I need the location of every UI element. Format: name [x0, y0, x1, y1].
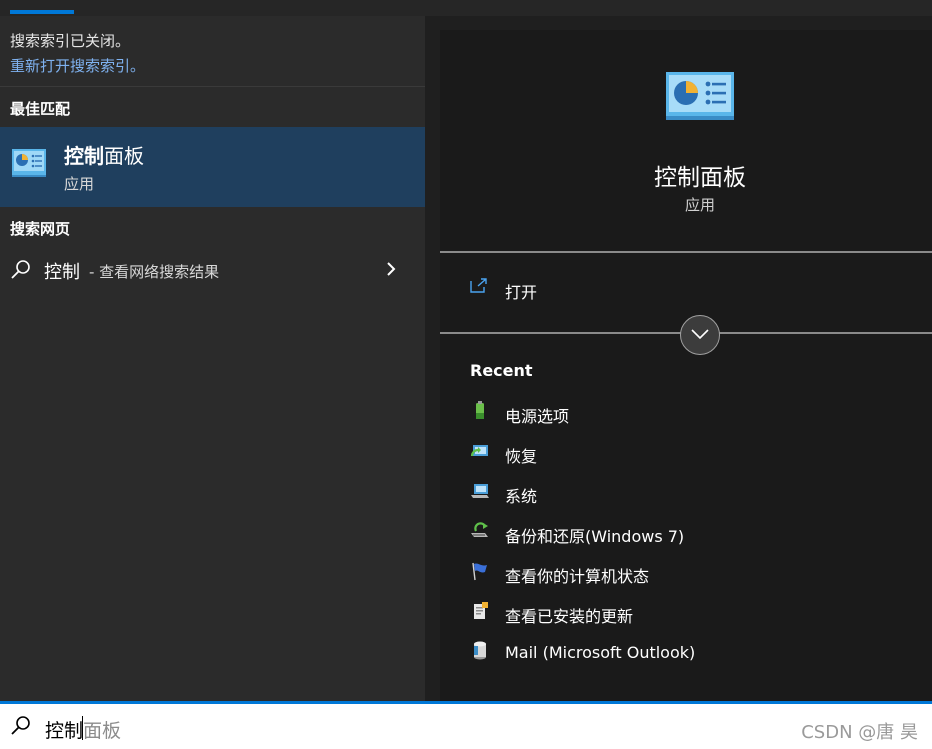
recent-item-label: 查看你的计算机状态: [505, 567, 650, 586]
search-autocomplete-hint: 面板: [83, 720, 122, 742]
divider: [440, 251, 932, 253]
installed-updates-icon: [474, 602, 488, 619]
chevron-right-icon[interactable]: [384, 260, 398, 278]
recent-item-label: 电源选项: [505, 407, 570, 426]
search-icon: [11, 716, 30, 735]
details-type: 应用: [684, 196, 715, 214]
open-icon: [470, 278, 487, 293]
system-icon: [471, 484, 489, 498]
title-matched-part: 控制: [64, 144, 104, 168]
open-label: 打开: [505, 283, 538, 302]
recent-item-mail[interactable]: Mail (Microsoft Outlook): [440, 634, 932, 670]
recovery-icon: [470, 445, 488, 457]
active-tab-indicator[interactable]: [10, 10, 74, 14]
expand-button[interactable]: [680, 315, 720, 355]
details-title: 控制面板: [654, 165, 746, 191]
recent-item-power-options[interactable]: 电源选项: [440, 394, 932, 430]
recent-item-label: Mail (Microsoft Outlook): [505, 643, 696, 662]
control-panel-icon: [12, 149, 46, 177]
best-match-title: 控制面板: [64, 140, 144, 169]
web-search-term: 控制: [44, 262, 80, 283]
recent-item-label: 备份和还原(Windows 7): [505, 527, 685, 546]
flag-icon: [472, 562, 487, 581]
top-tab-bar: [0, 0, 932, 16]
recent-heading: Recent: [470, 361, 533, 380]
web-search-result[interactable]: 控制 - 查看网络搜索结果: [0, 252, 425, 288]
results-panel: 搜索索引已关闭。 重新打开搜索索引。 最佳匹配 控制面板 应用 搜索网页 控制 …: [0, 16, 425, 701]
divider: [0, 86, 425, 87]
chevron-down-icon: [691, 329, 709, 340]
reenable-index-link[interactable]: 重新打开搜索索引。: [10, 55, 145, 76]
watermark: CSDN @唐 昊: [801, 722, 918, 743]
recent-item-installed-updates[interactable]: 查看已安装的更新: [440, 594, 932, 630]
web-search-heading: 搜索网页: [10, 220, 71, 238]
backup-restore-icon: [471, 522, 488, 537]
recent-item-label: 恢复: [505, 447, 538, 466]
details-panel: 控制面板 应用 打开 Recent 电源选项 恢复 系统 备份和还原(Windo…: [440, 30, 932, 701]
best-match-result[interactable]: 控制面板 应用: [0, 127, 425, 207]
recent-item-recovery[interactable]: 恢复: [440, 434, 932, 470]
recent-item-label: 系统: [505, 487, 538, 506]
best-match-heading: 最佳匹配: [10, 100, 71, 118]
search-index-notice: 搜索索引已关闭。: [10, 32, 131, 50]
best-match-type: 应用: [64, 175, 95, 193]
search-box[interactable]: 控制 面板 CSDN @唐 昊: [0, 701, 932, 749]
recent-item-label: 查看已安装的更新: [505, 607, 634, 626]
web-search-description: - 查看网络搜索结果: [89, 263, 220, 281]
search-icon: [11, 260, 30, 279]
title-rest-part: 面板: [104, 144, 144, 168]
power-options-icon: [476, 401, 484, 419]
control-panel-icon: [666, 72, 734, 120]
recent-item-computer-status[interactable]: 查看你的计算机状态: [440, 554, 932, 590]
open-action[interactable]: 打开: [440, 270, 932, 310]
recent-item-backup-restore[interactable]: 备份和还原(Windows 7): [440, 514, 932, 550]
mail-icon: [474, 641, 486, 660]
search-input-text[interactable]: 控制: [45, 716, 83, 743]
recent-item-system[interactable]: 系统: [440, 474, 932, 510]
